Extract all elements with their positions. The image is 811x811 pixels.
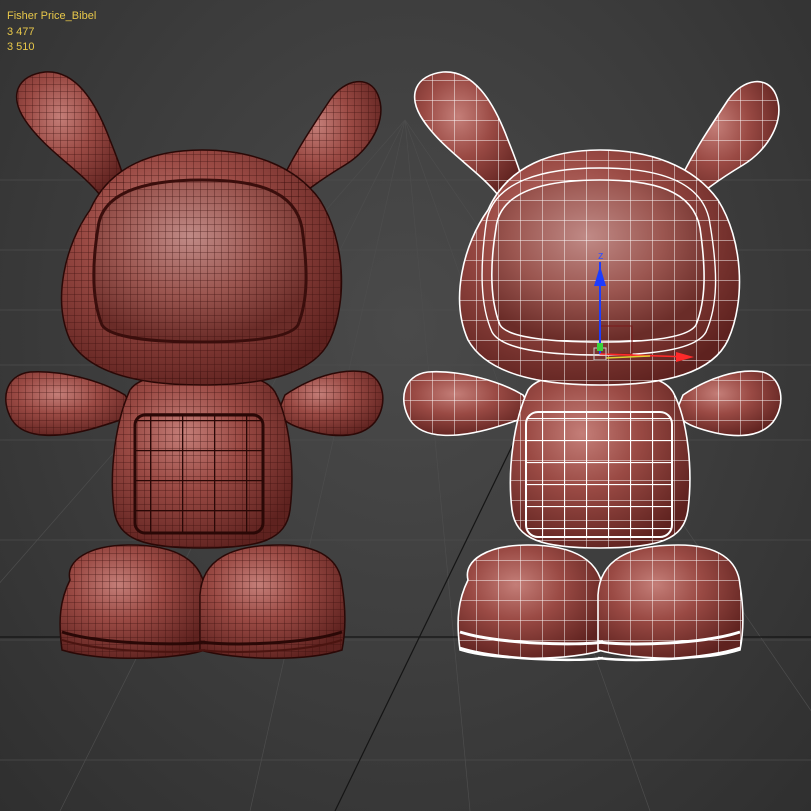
dense-mesh-figure: [5, 71, 384, 660]
scene-models: z: [5, 71, 782, 662]
gizmo-y-handle: [597, 343, 603, 351]
vertex-count: 3 510: [7, 41, 35, 53]
chest-panel-cage: [525, 411, 673, 538]
polygon-count: 3 477: [7, 25, 35, 38]
cage-mesh-figure: [402, 71, 782, 662]
object-name: Fisher Price_Bibel: [7, 10, 97, 22]
gizmo-z-label: z: [598, 250, 604, 262]
chest-panel-dense: [133, 413, 265, 535]
3d-viewport[interactable]: z Fisher Price_Bibel 3 477 3 510: [0, 0, 811, 811]
viewport-stats: Fisher Price_Bibel 3 477 3 510: [7, 9, 96, 56]
